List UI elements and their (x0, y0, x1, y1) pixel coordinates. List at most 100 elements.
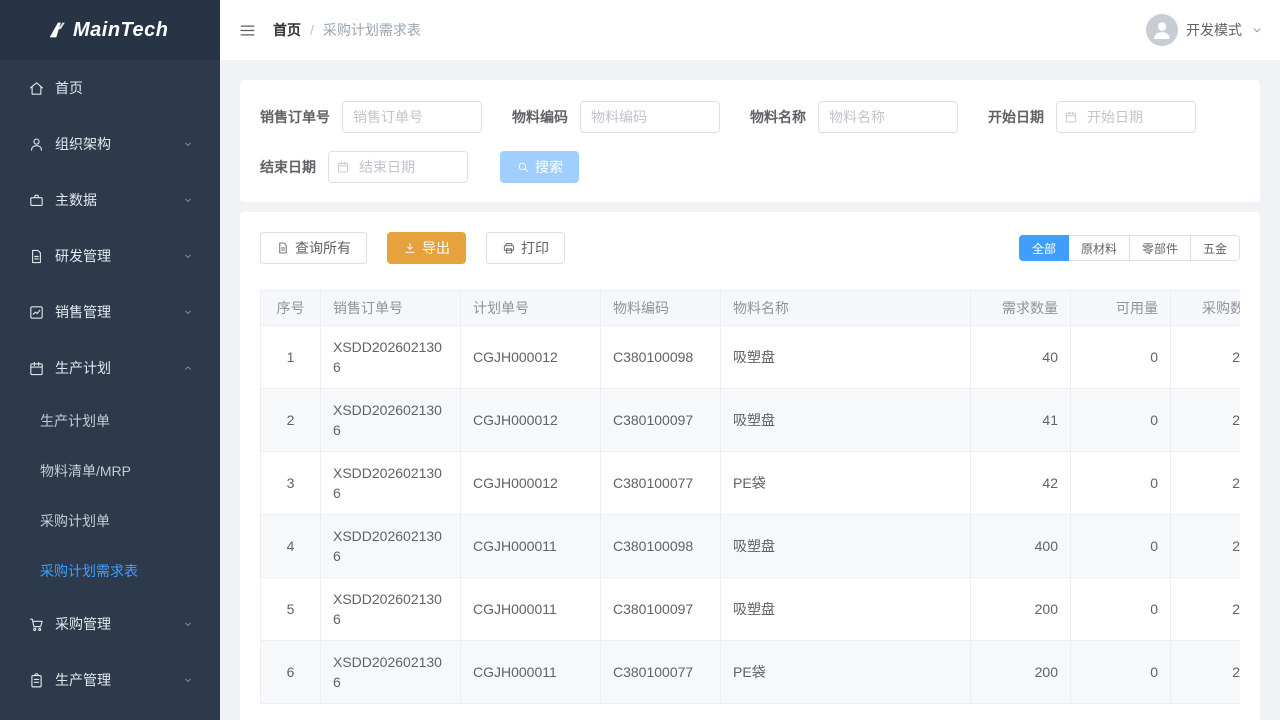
category-tab[interactable]: 原材料 (1069, 235, 1130, 261)
table-row: 4XSDD2026021306CGJH000011C380100098吸塑盘40… (261, 515, 1241, 578)
table-row: 2XSDD2026021306CGJH000012C380100097吸塑盘41… (261, 389, 1241, 452)
sidebar-item-label: 组织架构 (55, 134, 182, 154)
sidebar-item-label: 生产计划 (55, 358, 182, 378)
sidebar-subitem[interactable]: 采购计划需求表 (0, 546, 220, 596)
category-tab[interactable]: 全部 (1019, 235, 1069, 261)
sidebar-item-0[interactable]: 首页 (0, 60, 220, 116)
sidebar-item-3[interactable]: 研发管理 (0, 228, 220, 284)
sidebar-item-5[interactable]: 生产计划 (0, 340, 220, 396)
sidebar-item-2[interactable]: 主数据 (0, 172, 220, 228)
filter-input[interactable] (342, 101, 482, 133)
user-menu[interactable]: 开发模式 (1146, 14, 1264, 46)
column-header: 物料编码 (601, 291, 721, 326)
table-cell: XSDD2026021306 (321, 578, 461, 641)
sidebar-item-label: 首页 (55, 78, 204, 98)
brand-name: MainTech (73, 19, 169, 42)
data-table: 序号销售订单号计划单号物料编码物料名称需求数量可用量采购数量 1XSDD2026… (260, 290, 1240, 704)
filter-field-label: 物料编码 (512, 107, 568, 127)
table-cell: PE袋 (721, 641, 971, 704)
avatar (1146, 14, 1178, 46)
toolbar-button[interactable]: 导出 (387, 232, 466, 264)
search-button[interactable]: 搜索 (500, 151, 579, 183)
document-icon (28, 248, 45, 265)
filter-input[interactable] (580, 101, 720, 133)
table-cell: XSDD2026021306 (321, 641, 461, 704)
column-header: 销售订单号 (321, 291, 461, 326)
sidebar-subitem[interactable]: 采购计划单 (0, 496, 220, 546)
chevron-down-icon (182, 674, 194, 686)
table-cell: C380100098 (601, 326, 721, 389)
search-button-label: 搜索 (535, 157, 563, 177)
table-header-row: 序号销售订单号计划单号物料编码物料名称需求数量可用量采购数量 (261, 291, 1241, 326)
date-input[interactable] (1056, 101, 1196, 133)
sidebar-item-label: 采购管理 (55, 614, 182, 634)
table-cell: 0 (1071, 515, 1171, 578)
table-cell: 3 (261, 452, 321, 515)
chevron-down-icon (182, 618, 194, 630)
toolbar-buttons: 查询所有 导出 打印 (260, 232, 565, 264)
document-icon (276, 241, 290, 255)
category-tab[interactable]: 五金 (1191, 235, 1240, 261)
sidebar-subitem[interactable]: 物料清单/MRP (0, 446, 220, 496)
filter-field: 物料名称 (750, 101, 958, 133)
table-row: 5XSDD2026021306CGJH000011C380100097吸塑盘20… (261, 578, 1241, 641)
table-cell: PE袋 (721, 452, 971, 515)
chevron-down-icon (1250, 23, 1264, 37)
table-cell: XSDD2026021306 (321, 452, 461, 515)
download-icon (403, 241, 417, 255)
sidebar-item-label: 销售管理 (55, 302, 182, 322)
toolbar-button[interactable]: 打印 (486, 232, 565, 264)
search-icon (516, 160, 530, 174)
toolbar-button[interactable]: 查询所有 (260, 232, 367, 264)
table-cell: C380100097 (601, 389, 721, 452)
category-tabs: 全部原材料零部件五金 (1019, 235, 1240, 261)
table-cell: 2 (1171, 452, 1241, 515)
table-cell: 2 (1171, 326, 1241, 389)
sidebar-item-7[interactable]: 生产管理 (0, 652, 220, 708)
sidebar-subitem[interactable]: 生产计划单 (0, 396, 220, 446)
sidebar-item-label: 主数据 (55, 190, 182, 210)
sidebar-item-label: 研发管理 (55, 246, 182, 266)
clipboard-icon (28, 672, 45, 689)
column-header: 序号 (261, 291, 321, 326)
table-cell: 0 (1071, 452, 1171, 515)
toolbar-button-label: 导出 (422, 238, 450, 258)
sidebar-item-1[interactable]: 组织架构 (0, 116, 220, 172)
hamburger-menu-icon[interactable] (238, 21, 257, 40)
chevron-down-icon (182, 138, 194, 150)
column-header: 计划单号 (461, 291, 601, 326)
category-tab[interactable]: 零部件 (1130, 235, 1191, 261)
table-cell: 0 (1071, 326, 1171, 389)
column-header: 需求数量 (971, 291, 1071, 326)
chevron-up-icon (182, 362, 194, 374)
table-cell: XSDD2026021306 (321, 326, 461, 389)
table-cell: 200 (971, 578, 1071, 641)
breadcrumb-home[interactable]: 首页 (273, 20, 301, 40)
table-cell: 400 (971, 515, 1071, 578)
table-cell: C380100077 (601, 641, 721, 704)
table-cell: 吸塑盘 (721, 578, 971, 641)
filter-field: 开始日期 (988, 101, 1196, 133)
filter-input-wrap (1056, 101, 1196, 133)
filter-input[interactable] (818, 101, 958, 133)
main-content: 销售订单号物料编码物料名称开始日期结束日期 搜索 查询所有导出打印 全部原材料零… (220, 60, 1280, 720)
table-cell: 1 (261, 326, 321, 389)
table-cell: 2 (261, 389, 321, 452)
sidebar-submenu: 生产计划单物料清单/MRP采购计划单采购计划需求表 (0, 396, 220, 596)
table-cell: 2 (1171, 578, 1241, 641)
table-cell: 吸塑盘 (721, 515, 971, 578)
table-cell: 42 (971, 452, 1071, 515)
table-cell: 4 (261, 515, 321, 578)
home-icon (28, 80, 45, 97)
date-input[interactable] (328, 151, 468, 183)
table-cell: 5 (261, 578, 321, 641)
table-cell: XSDD2026021306 (321, 515, 461, 578)
table-cell: 200 (971, 641, 1071, 704)
chevron-down-icon (182, 306, 194, 318)
filter-field-label: 物料名称 (750, 107, 806, 127)
sidebar-item-6[interactable]: 采购管理 (0, 596, 220, 652)
sidebar-item-4[interactable]: 销售管理 (0, 284, 220, 340)
filter-field-label: 销售订单号 (260, 107, 330, 127)
breadcrumb-separator: / (310, 22, 314, 38)
table-cell: CGJH000011 (461, 578, 601, 641)
